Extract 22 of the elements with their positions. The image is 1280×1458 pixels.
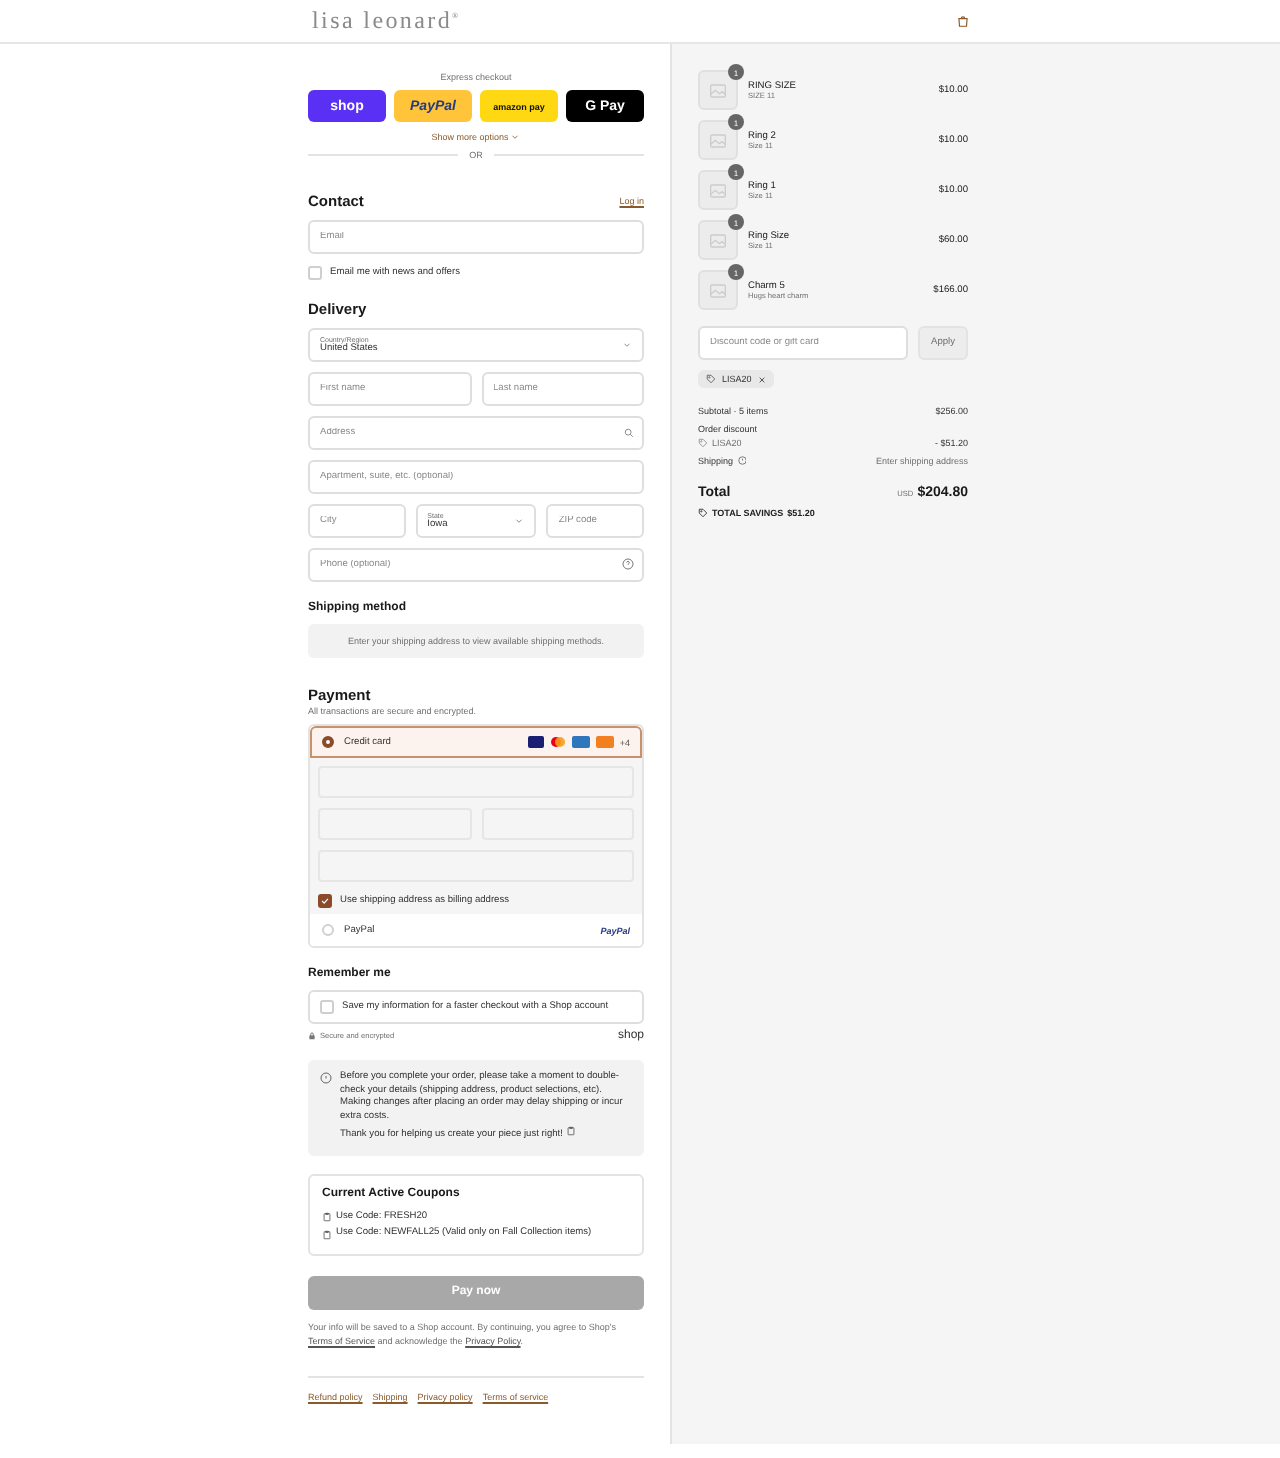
close-icon[interactable]: [757, 375, 766, 383]
chevron-down-icon: [510, 132, 521, 142]
image-placeholder-icon: [710, 83, 726, 97]
image-placeholder-icon: [710, 183, 726, 197]
tag-icon: [698, 438, 708, 448]
shopping-bag-icon[interactable]: [956, 14, 970, 28]
checkbox[interactable]: [318, 894, 332, 908]
image-placeholder-icon: [710, 133, 726, 147]
clipboard-icon: [565, 1125, 576, 1136]
image-placeholder-icon: [710, 283, 726, 297]
help-icon: [737, 456, 747, 466]
chevron-down-icon: [514, 516, 525, 526]
chevron-down-icon: [622, 340, 632, 350]
lock-icon: [308, 1032, 316, 1040]
help-icon: [622, 558, 634, 570]
clipboard-icon: [322, 1212, 332, 1223]
info-icon: [320, 1072, 332, 1084]
tag-icon: [706, 374, 716, 384]
tag-icon: [698, 508, 708, 518]
clipboard-icon: [322, 1230, 332, 1241]
image-placeholder-icon: [710, 233, 726, 247]
search-icon: [624, 427, 634, 437]
